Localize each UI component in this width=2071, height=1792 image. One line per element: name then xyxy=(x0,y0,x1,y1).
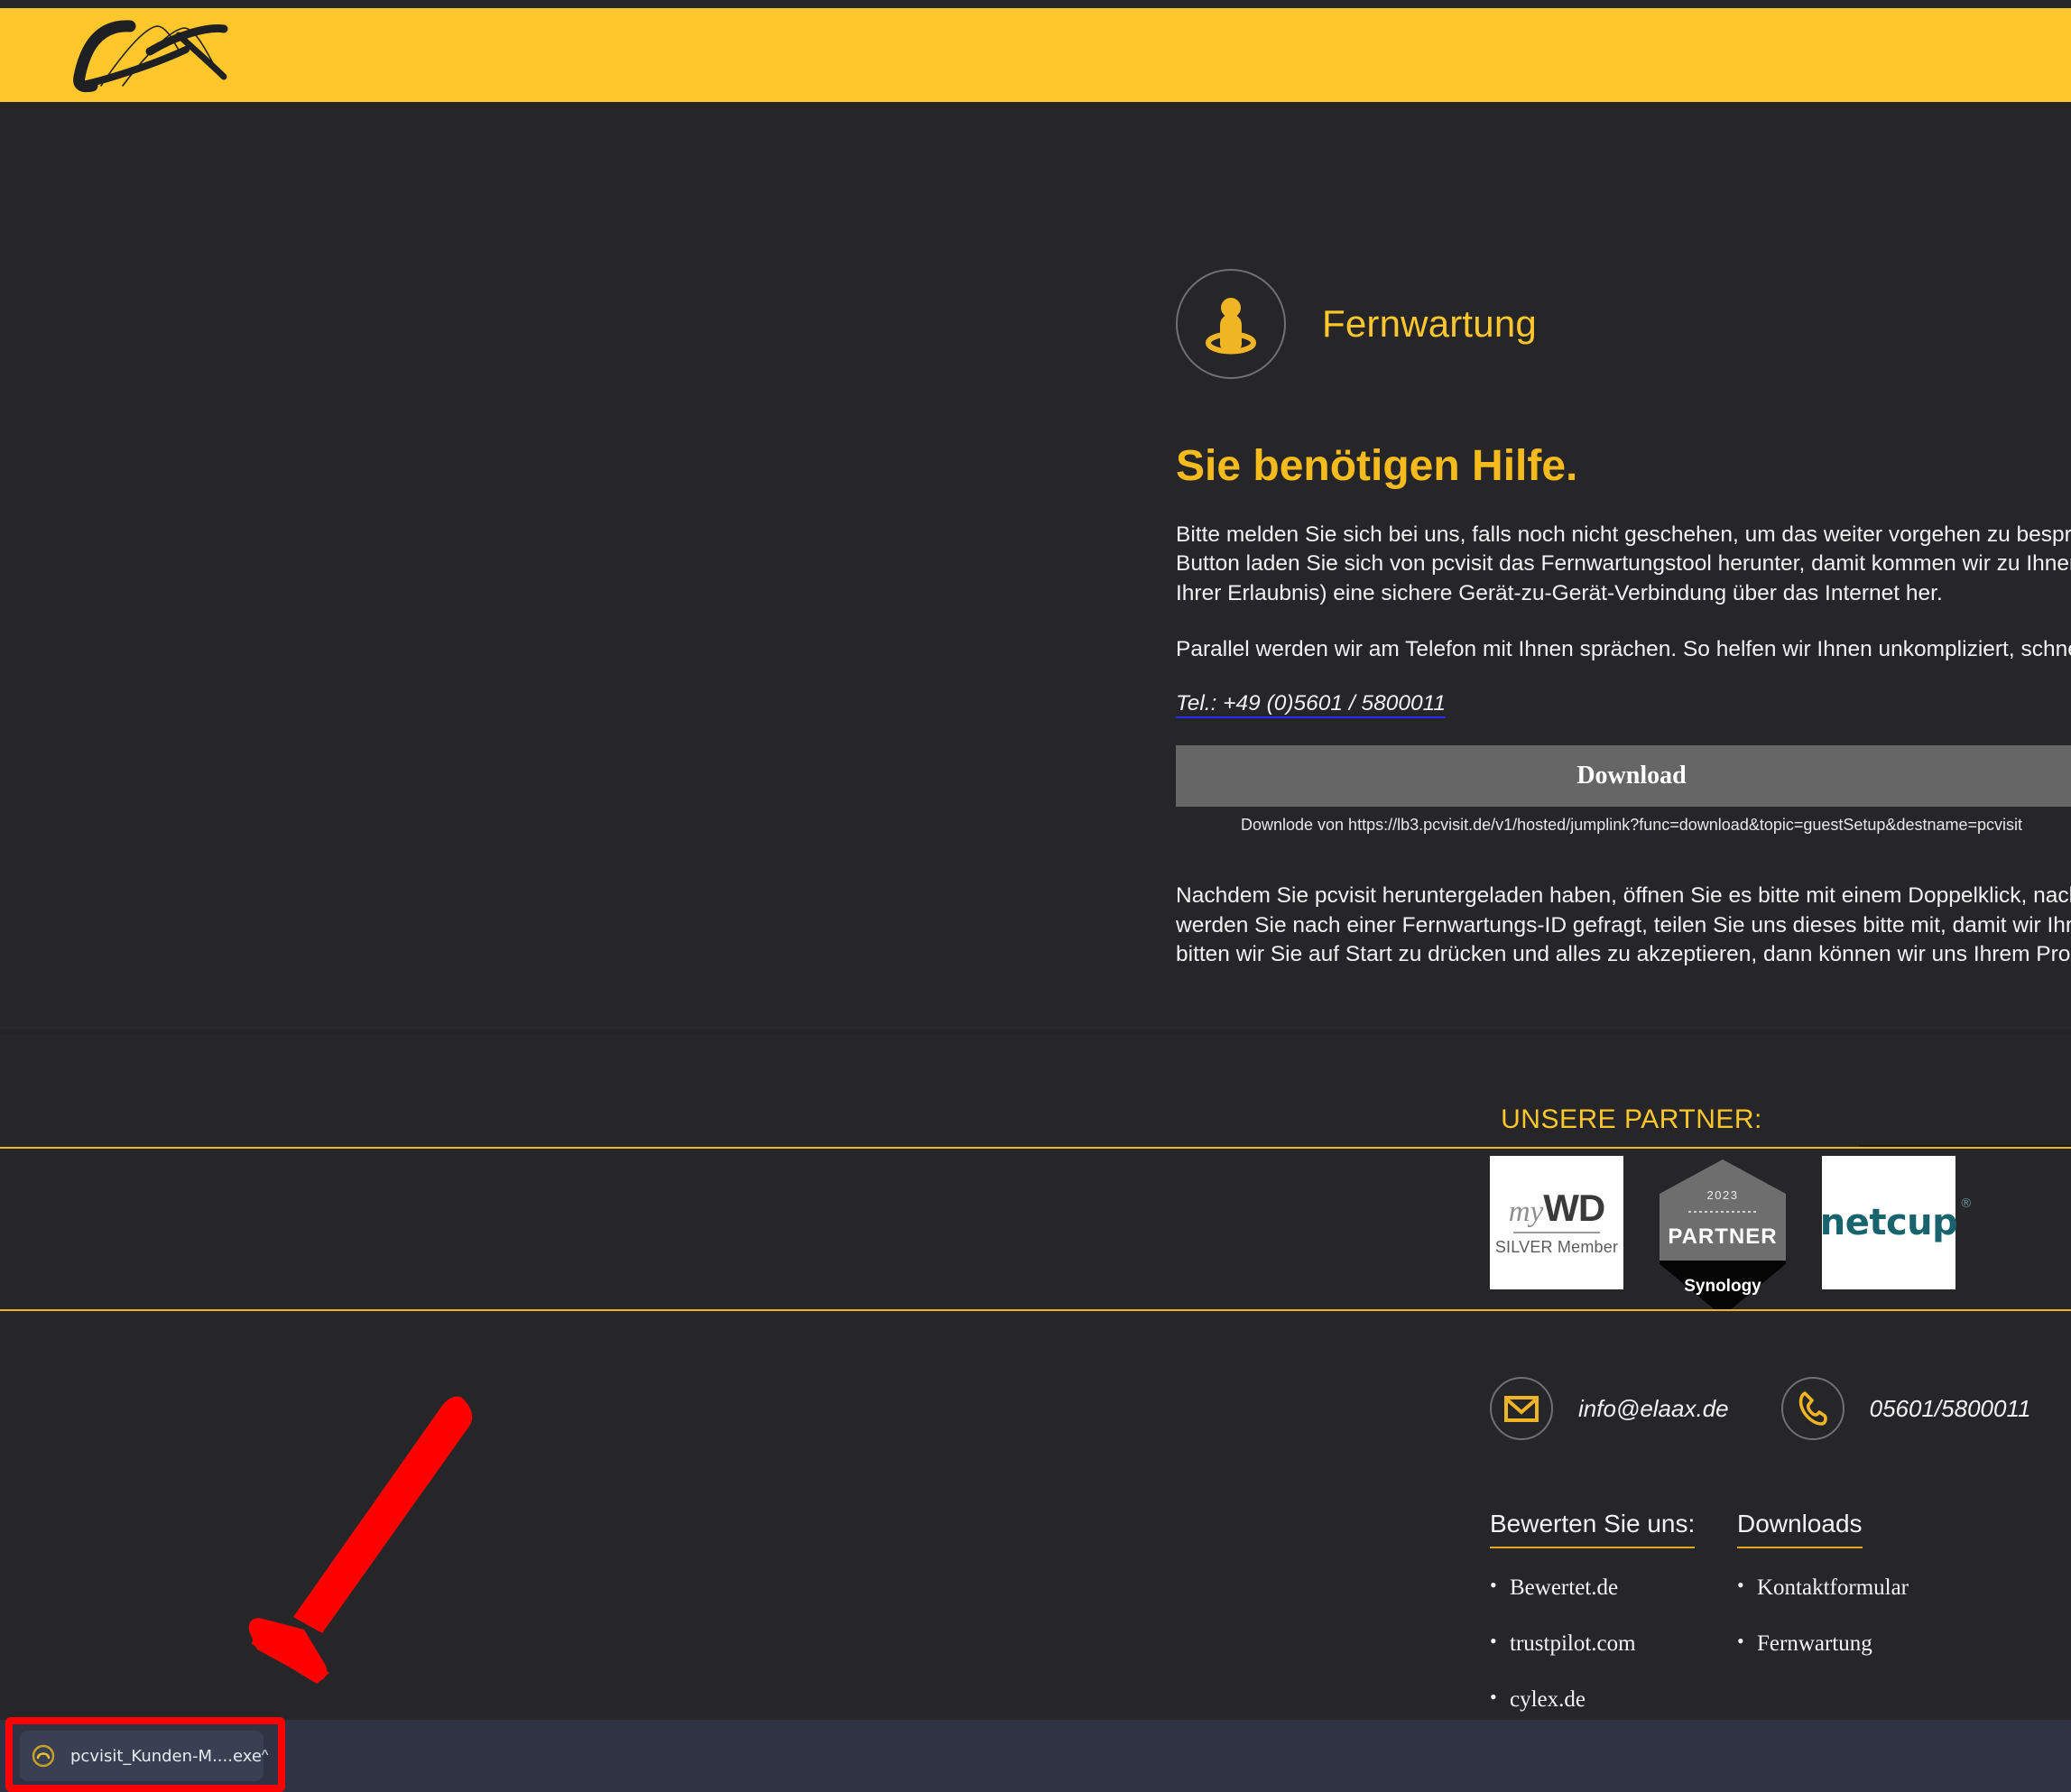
phone-link[interactable]: Tel.: +49 (0)5601 / 5800011 xyxy=(1176,691,1447,719)
download-button[interactable]: Download xyxy=(1176,745,2071,808)
list-item[interactable]: Kontaktformular xyxy=(1737,1574,1954,1601)
envelope-icon xyxy=(1490,1377,1553,1440)
mywd-my-text: my xyxy=(1508,1195,1544,1228)
hero-paragraph-3: Nachdem Sie pcvisit heruntergeladen habe… xyxy=(1176,883,2071,966)
footer-link-list: Kontaktformular Fernwartung xyxy=(1737,1574,1954,1657)
footer-column-spacer xyxy=(1706,1510,1737,1743)
mywd-rule xyxy=(1513,1231,1600,1233)
service-title: Fernwartung xyxy=(1322,302,1537,345)
content-column: Fernwartung Sie benötigen Hilfe. Bitte m… xyxy=(1176,269,2071,969)
netcup-logo[interactable]: netcup ® xyxy=(1819,1156,1973,1289)
list-item[interactable]: Fernwartung xyxy=(1737,1630,1954,1657)
svg-text:PARTNER: PARTNER xyxy=(1668,1224,1777,1249)
partners-section: UNSERE PARTNER: my WD SILVER Member 2023 xyxy=(0,1036,2071,1316)
page-title: Sie benötigen Hilfe. xyxy=(1176,442,1578,490)
netcup-trailing-rule xyxy=(1859,1145,2071,1147)
footer-link-columns: Bewerten Sie uns: Bewertet.de trustpilot… xyxy=(1490,1510,1954,1743)
download-item-chip[interactable]: pcvisit_Kunden-M....exe ^ xyxy=(20,1731,268,1781)
download-file-name: pcvisit_Kunden-M....exe xyxy=(70,1746,262,1766)
hero-paragraph-2: Parallel werden wir am Telefon mit Ihnen… xyxy=(1176,636,2071,661)
site-footer: info@elaax.de 05601/5800011 Bewerten Sie… xyxy=(0,1311,2071,1720)
top-strip xyxy=(0,0,2071,8)
partners-top-rule xyxy=(0,1147,2071,1149)
footer-column-heading: Downloads xyxy=(1737,1510,1863,1548)
download-progress-icon xyxy=(31,1743,56,1769)
svg-text:2023: 2023 xyxy=(1707,1188,1739,1202)
phone-number: 05601/5800011 xyxy=(1869,1394,2031,1422)
contact-row: info@elaax.de 05601/5800011 xyxy=(1490,1377,2030,1440)
section-divider xyxy=(0,1027,2071,1036)
browser-download-bar xyxy=(0,1720,2071,1792)
phone-icon xyxy=(1780,1377,1844,1440)
footer-link-list: Bewertet.de trustpilot.com cylex.de xyxy=(1490,1574,1706,1713)
footer-column-heading: Bewerten Sie uns: xyxy=(1490,1510,1696,1548)
netcup-wordmark: netcup xyxy=(1819,1202,1958,1243)
page-root: Fernwartung Sie benötigen Hilfe. Bitte m… xyxy=(0,0,2071,1792)
synology-partner-2023-badge[interactable]: 2023 PARTNER Synology xyxy=(1656,1156,1789,1318)
email-address: info@elaax.de xyxy=(1578,1394,1729,1422)
brand-header xyxy=(0,8,2071,102)
email-contact[interactable]: info@elaax.de xyxy=(1490,1377,1729,1440)
mywd-subtitle: SILVER Member xyxy=(1494,1237,1619,1256)
svg-text:Synology: Synology xyxy=(1684,1277,1761,1296)
person-in-ring-icon xyxy=(1176,269,1286,379)
chevron-up-icon[interactable]: ^ xyxy=(262,1748,274,1764)
elaax-signature-logo[interactable] xyxy=(43,10,269,100)
mywd-wd-text: WD xyxy=(1543,1186,1605,1229)
hero-section: Fernwartung Sie benötigen Hilfe. Bitte m… xyxy=(0,102,2071,1033)
hero-paragraph-1: Bitte melden Sie sich bei uns, falls noc… xyxy=(1176,522,2071,605)
partners-title: UNSERE PARTNER: xyxy=(1501,1104,1762,1134)
service-badge: Fernwartung xyxy=(1176,269,2071,379)
mywd-silver-member-logo[interactable]: my WD SILVER Member xyxy=(1490,1156,1623,1289)
phone-contact[interactable]: 05601/5800011 xyxy=(1780,1377,2031,1440)
partner-logo-row: my WD SILVER Member 2023 PARTNER Synolog… xyxy=(1490,1156,1973,1318)
list-item[interactable]: cylex.de xyxy=(1490,1686,1706,1713)
download-source-note: Downlode von https://lb3.pcvisit.de/v1/h… xyxy=(1240,816,2023,835)
registered-mark-icon: ® xyxy=(1959,1196,1973,1211)
list-item[interactable]: Bewertet.de xyxy=(1490,1574,1706,1601)
list-item[interactable]: trustpilot.com xyxy=(1490,1630,1706,1657)
footer-column-downloads: Downloads Kontaktformular Fernwartung xyxy=(1737,1510,1954,1743)
footer-column-ratings: Bewerten Sie uns: Bewertet.de trustpilot… xyxy=(1490,1510,1706,1743)
